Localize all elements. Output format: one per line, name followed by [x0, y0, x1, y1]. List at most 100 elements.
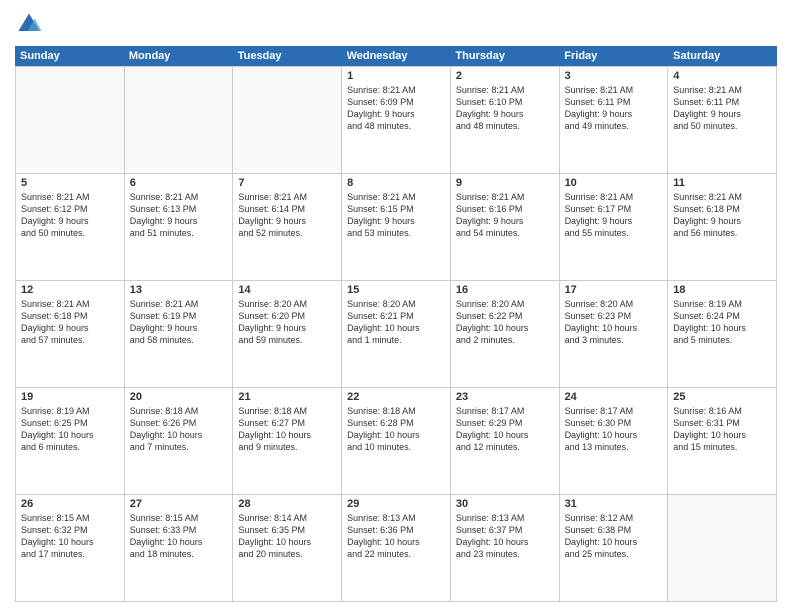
cal-cell-empty-2	[233, 67, 342, 173]
cal-cell-25: 25 Sunrise: 8:16 AM Sunset: 6:31 PM Dayli…	[668, 388, 777, 494]
day-number: 1	[347, 70, 445, 82]
day-number: 25	[673, 391, 771, 403]
weekday-header-friday: Friday	[559, 46, 668, 66]
week-row-4: 19Sunrise: 8:19 AM Sunset: 6:25 PM Dayli…	[16, 388, 777, 495]
day-number: 19	[21, 391, 119, 403]
day-number: 13	[130, 284, 228, 296]
day-number: 18	[673, 284, 771, 296]
week-row-5: 26 Sunrise: 8:15 AM Sunset: 6:32 PM Dayli…	[16, 495, 777, 602]
day-number: 9	[456, 177, 554, 189]
day-info: Sunrise: 8:18 AM Sunset: 6:27 PM Dayligh…	[238, 405, 336, 454]
page-container: SundayMondayTuesdayWednesdayThursdayFrid…	[0, 0, 792, 612]
day-info: Sunrise: 8:14 AM Sunset: 6:35 PM Dayligh…	[238, 512, 336, 561]
cal-cell-13: 13 Sunrise: 8:21 AM Sunset: 6:19 PM Dayli…	[125, 281, 234, 387]
cal-cell-8: 8 Sunrise: 8:21 AM Sunset: 6:15 PM Daylig…	[342, 174, 451, 280]
day-info: Sunrise: 8:20 AM Sunset: 6:23 PM Dayligh…	[565, 298, 663, 347]
day-info: Sunrise: 8:15 AM Sunset: 6:33 PM Dayligh…	[130, 512, 228, 561]
day-info: Sunrise: 8:21 AM Sunset: 6:10 PM Dayligh…	[456, 84, 554, 133]
cal-cell-19: 19Sunrise: 8:19 AM Sunset: 6:25 PM Dayli…	[16, 388, 125, 494]
logo	[15, 10, 47, 38]
cal-cell-3: 3 Sunrise: 8:21 AM Sunset: 6:11 PM Daylig…	[560, 67, 669, 173]
day-number: 11	[673, 177, 771, 189]
day-info: Sunrise: 8:20 AM Sunset: 6:21 PM Dayligh…	[347, 298, 445, 347]
day-info: Sunrise: 8:18 AM Sunset: 6:26 PM Dayligh…	[130, 405, 228, 454]
day-info: Sunrise: 8:21 AM Sunset: 6:12 PM Dayligh…	[21, 191, 119, 240]
day-info: Sunrise: 8:21 AM Sunset: 6:11 PM Dayligh…	[673, 84, 771, 133]
calendar-header: SundayMondayTuesdayWednesdayThursdayFrid…	[15, 46, 777, 66]
day-number: 3	[565, 70, 663, 82]
cal-cell-17: 17 Sunrise: 8:20 AM Sunset: 6:23 PM Dayli…	[560, 281, 669, 387]
day-info: Sunrise: 8:21 AM Sunset: 6:16 PM Dayligh…	[456, 191, 554, 240]
cal-cell-10: 10 Sunrise: 8:21 AM Sunset: 6:17 PM Dayli…	[560, 174, 669, 280]
weekday-header-monday: Monday	[124, 46, 233, 66]
day-info: Sunrise: 8:20 AM Sunset: 6:20 PM Dayligh…	[238, 298, 336, 347]
weekday-header-wednesday: Wednesday	[342, 46, 451, 66]
cal-cell-1: 1 Sunrise: 8:21 AM Sunset: 6:09 PM Daylig…	[342, 67, 451, 173]
week-row-3: 12Sunrise: 8:21 AM Sunset: 6:18 PM Dayli…	[16, 281, 777, 388]
day-info: Sunrise: 8:21 AM Sunset: 6:19 PM Dayligh…	[130, 298, 228, 347]
week-row-1: 1 Sunrise: 8:21 AM Sunset: 6:09 PM Daylig…	[16, 67, 777, 174]
cal-cell-21: 21 Sunrise: 8:18 AM Sunset: 6:27 PM Dayli…	[233, 388, 342, 494]
cal-cell-31: 31 Sunrise: 8:12 AM Sunset: 6:38 PM Dayli…	[560, 495, 669, 601]
cal-cell-6: 6 Sunrise: 8:21 AM Sunset: 6:13 PM Daylig…	[125, 174, 234, 280]
cal-cell-4: 4 Sunrise: 8:21 AM Sunset: 6:11 PM Daylig…	[668, 67, 777, 173]
day-info: Sunrise: 8:21 AM Sunset: 6:09 PM Dayligh…	[347, 84, 445, 133]
day-number: 17	[565, 284, 663, 296]
cal-cell-14: 14Sunrise: 8:20 AM Sunset: 6:20 PM Dayli…	[233, 281, 342, 387]
day-info: Sunrise: 8:15 AM Sunset: 6:32 PM Dayligh…	[21, 512, 119, 561]
day-info: Sunrise: 8:17 AM Sunset: 6:30 PM Dayligh…	[565, 405, 663, 454]
weekday-header-thursday: Thursday	[450, 46, 559, 66]
day-number: 4	[673, 70, 771, 82]
cal-cell-5: 5 Sunrise: 8:21 AM Sunset: 6:12 PM Daylig…	[16, 174, 125, 280]
weekday-header-saturday: Saturday	[668, 46, 777, 66]
day-info: Sunrise: 8:21 AM Sunset: 6:15 PM Dayligh…	[347, 191, 445, 240]
day-number: 15	[347, 284, 445, 296]
day-number: 7	[238, 177, 336, 189]
day-number: 30	[456, 498, 554, 510]
calendar: SundayMondayTuesdayWednesdayThursdayFrid…	[15, 46, 777, 602]
day-number: 22	[347, 391, 445, 403]
day-number: 12	[21, 284, 119, 296]
day-number: 26	[21, 498, 119, 510]
cal-cell-23: 23Sunrise: 8:17 AM Sunset: 6:29 PM Dayli…	[451, 388, 560, 494]
day-number: 27	[130, 498, 228, 510]
day-number: 8	[347, 177, 445, 189]
cal-cell-29: 29 Sunrise: 8:13 AM Sunset: 6:36 PM Dayli…	[342, 495, 451, 601]
cal-cell-18: 18 Sunrise: 8:19 AM Sunset: 6:24 PM Dayli…	[668, 281, 777, 387]
day-number: 21	[238, 391, 336, 403]
calendar-body: 1 Sunrise: 8:21 AM Sunset: 6:09 PM Daylig…	[15, 66, 777, 602]
day-number: 20	[130, 391, 228, 403]
page-header	[15, 10, 777, 38]
cal-cell-22: 22 Sunrise: 8:18 AM Sunset: 6:28 PM Dayli…	[342, 388, 451, 494]
weekday-header-sunday: Sunday	[15, 46, 124, 66]
day-info: Sunrise: 8:18 AM Sunset: 6:28 PM Dayligh…	[347, 405, 445, 454]
day-number: 5	[21, 177, 119, 189]
day-info: Sunrise: 8:21 AM Sunset: 6:14 PM Dayligh…	[238, 191, 336, 240]
day-info: Sunrise: 8:21 AM Sunset: 6:11 PM Dayligh…	[565, 84, 663, 133]
cal-cell-9: 9 Sunrise: 8:21 AM Sunset: 6:16 PM Daylig…	[451, 174, 560, 280]
day-info: Sunrise: 8:20 AM Sunset: 6:22 PM Dayligh…	[456, 298, 554, 347]
day-number: 10	[565, 177, 663, 189]
day-number: 29	[347, 498, 445, 510]
cal-cell-empty-0	[16, 67, 125, 173]
day-number: 28	[238, 498, 336, 510]
cal-cell-empty-1	[125, 67, 234, 173]
day-info: Sunrise: 8:13 AM Sunset: 6:36 PM Dayligh…	[347, 512, 445, 561]
cal-cell-2: 2Sunrise: 8:21 AM Sunset: 6:10 PM Daylig…	[451, 67, 560, 173]
day-info: Sunrise: 8:16 AM Sunset: 6:31 PM Dayligh…	[673, 405, 771, 454]
day-number: 31	[565, 498, 663, 510]
day-info: Sunrise: 8:19 AM Sunset: 6:24 PM Dayligh…	[673, 298, 771, 347]
cal-cell-24: 24 Sunrise: 8:17 AM Sunset: 6:30 PM Dayli…	[560, 388, 669, 494]
day-number: 6	[130, 177, 228, 189]
day-number: 16	[456, 284, 554, 296]
day-number: 24	[565, 391, 663, 403]
cal-cell-20: 20 Sunrise: 8:18 AM Sunset: 6:26 PM Dayli…	[125, 388, 234, 494]
cal-cell-27: 27 Sunrise: 8:15 AM Sunset: 6:33 PM Dayli…	[125, 495, 234, 601]
cal-cell-30: 30Sunrise: 8:13 AM Sunset: 6:37 PM Dayli…	[451, 495, 560, 601]
day-info: Sunrise: 8:17 AM Sunset: 6:29 PM Dayligh…	[456, 405, 554, 454]
day-info: Sunrise: 8:21 AM Sunset: 6:17 PM Dayligh…	[565, 191, 663, 240]
cal-cell-15: 15 Sunrise: 8:20 AM Sunset: 6:21 PM Dayli…	[342, 281, 451, 387]
cal-cell-16: 16 Sunrise: 8:20 AM Sunset: 6:22 PM Dayli…	[451, 281, 560, 387]
day-info: Sunrise: 8:12 AM Sunset: 6:38 PM Dayligh…	[565, 512, 663, 561]
day-info: Sunrise: 8:21 AM Sunset: 6:13 PM Dayligh…	[130, 191, 228, 240]
